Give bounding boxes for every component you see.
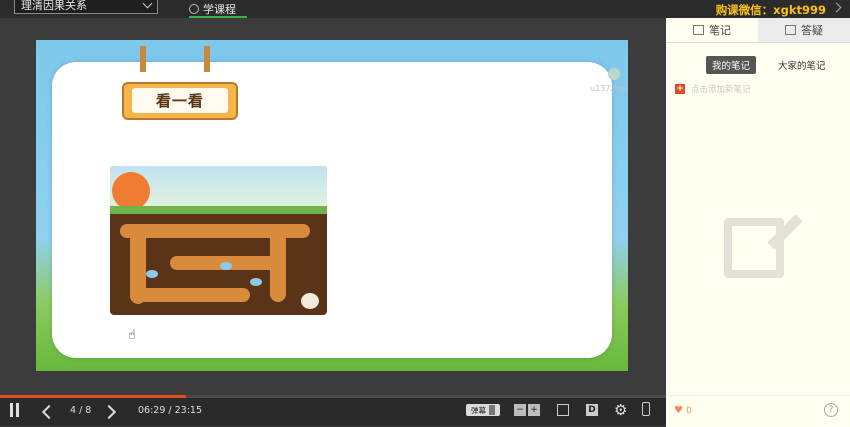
plus-icon: +: [675, 84, 685, 94]
danmu-toggle[interactable]: 弹幕: [466, 404, 500, 416]
sidebar-tabs: 笔记 答疑: [666, 18, 850, 43]
next-page-button[interactable]: [101, 404, 117, 420]
notes-filter: 我的笔记 大家的笔记: [706, 56, 832, 74]
tab-qa[interactable]: 答疑: [758, 18, 850, 42]
watermark-user: u137zmwrn31: [590, 84, 628, 93]
previous-page-button[interactable]: [41, 404, 57, 420]
tab-course-label: 学课程: [203, 3, 236, 16]
time-display: 06:29 / 23:15: [138, 405, 202, 416]
edit-note-icon: [693, 25, 704, 35]
like-count: 0: [686, 406, 692, 416]
definition-button[interactable]: D: [586, 404, 598, 416]
tab-notes-label: 笔记: [709, 24, 731, 37]
notes-sidebar: 笔记 答疑 我的笔记 大家的笔记 + 点击添加新笔记: [666, 18, 850, 395]
like-button[interactable]: ♥ 0: [674, 405, 692, 416]
slide-title: 看一看: [132, 88, 228, 113]
add-note-label: 点击添加新笔记: [691, 85, 751, 95]
sign-post-left: [140, 46, 146, 72]
lesson-slide: 看一看 u137zmwrn31: [36, 40, 628, 371]
illustration-tree: [112, 172, 150, 210]
tab-qa-label: 答疑: [801, 24, 823, 37]
toggle-knob-icon: [489, 405, 495, 415]
progress-bar[interactable]: [0, 395, 666, 398]
zoom-in-button[interactable]: +: [528, 404, 540, 416]
progress-fill: [0, 395, 187, 398]
zoom-out-button[interactable]: −: [514, 404, 526, 416]
tunnel-segment: [270, 226, 286, 302]
tab-notes[interactable]: 笔记: [666, 18, 758, 42]
player-controls: 4 / 8 06:29 / 23:15 弹幕 − + D ⚙: [0, 395, 666, 426]
purchase-contact: 购课微信：xgkt999: [715, 3, 826, 17]
mouse-cursor-icon: ☝: [128, 328, 136, 343]
watermark-logo-icon: [608, 68, 620, 80]
pencil-icon: [767, 214, 803, 250]
video-stage[interactable]: 看一看 u137zmwrn31 ☝: [0, 18, 666, 395]
top-bar: 理清因果关系 学课程 购课微信：xgkt999: [0, 0, 850, 18]
underground-tunnel-illustration: [110, 166, 327, 315]
danmu-label: 弹幕: [471, 405, 486, 415]
chevron-down-icon: [142, 0, 153, 8]
help-icon[interactable]: ?: [824, 403, 838, 417]
zoom-controls: − +: [514, 404, 540, 416]
illustration-rock: [250, 278, 262, 286]
add-note-button[interactable]: + 点击添加新笔记: [675, 83, 751, 95]
gear-icon[interactable]: ⚙: [614, 401, 627, 419]
tunnel-segment: [130, 288, 250, 302]
empty-notes-edit-icon: [724, 214, 803, 278]
question-answer-icon: [785, 25, 796, 35]
all-notes-button[interactable]: 大家的笔记: [772, 56, 832, 74]
my-notes-button[interactable]: 我的笔记: [706, 56, 757, 74]
sign-post-right: [204, 46, 210, 72]
fullscreen-icon[interactable]: [557, 404, 569, 416]
radio-icon: [189, 4, 199, 14]
title-sign: 看一看: [122, 82, 238, 120]
slide-paper: 看一看 u137zmwrn31: [52, 46, 628, 358]
sidebar-footer: ♥ 0 ?: [666, 395, 850, 427]
tab-course[interactable]: 学课程: [189, 0, 247, 18]
illustration-grass: [110, 206, 327, 214]
illustration-skull: [301, 293, 319, 309]
mobile-icon[interactable]: [642, 402, 650, 416]
illustration-rock: [220, 262, 232, 270]
chapter-select[interactable]: 理清因果关系: [14, 0, 158, 14]
chapter-select-value: 理清因果关系: [21, 0, 87, 12]
page-indicator: 4 / 8: [70, 405, 92, 416]
chevron-right-icon[interactable]: [831, 2, 842, 13]
illustration-rock: [146, 270, 158, 278]
pause-button[interactable]: [10, 403, 20, 417]
